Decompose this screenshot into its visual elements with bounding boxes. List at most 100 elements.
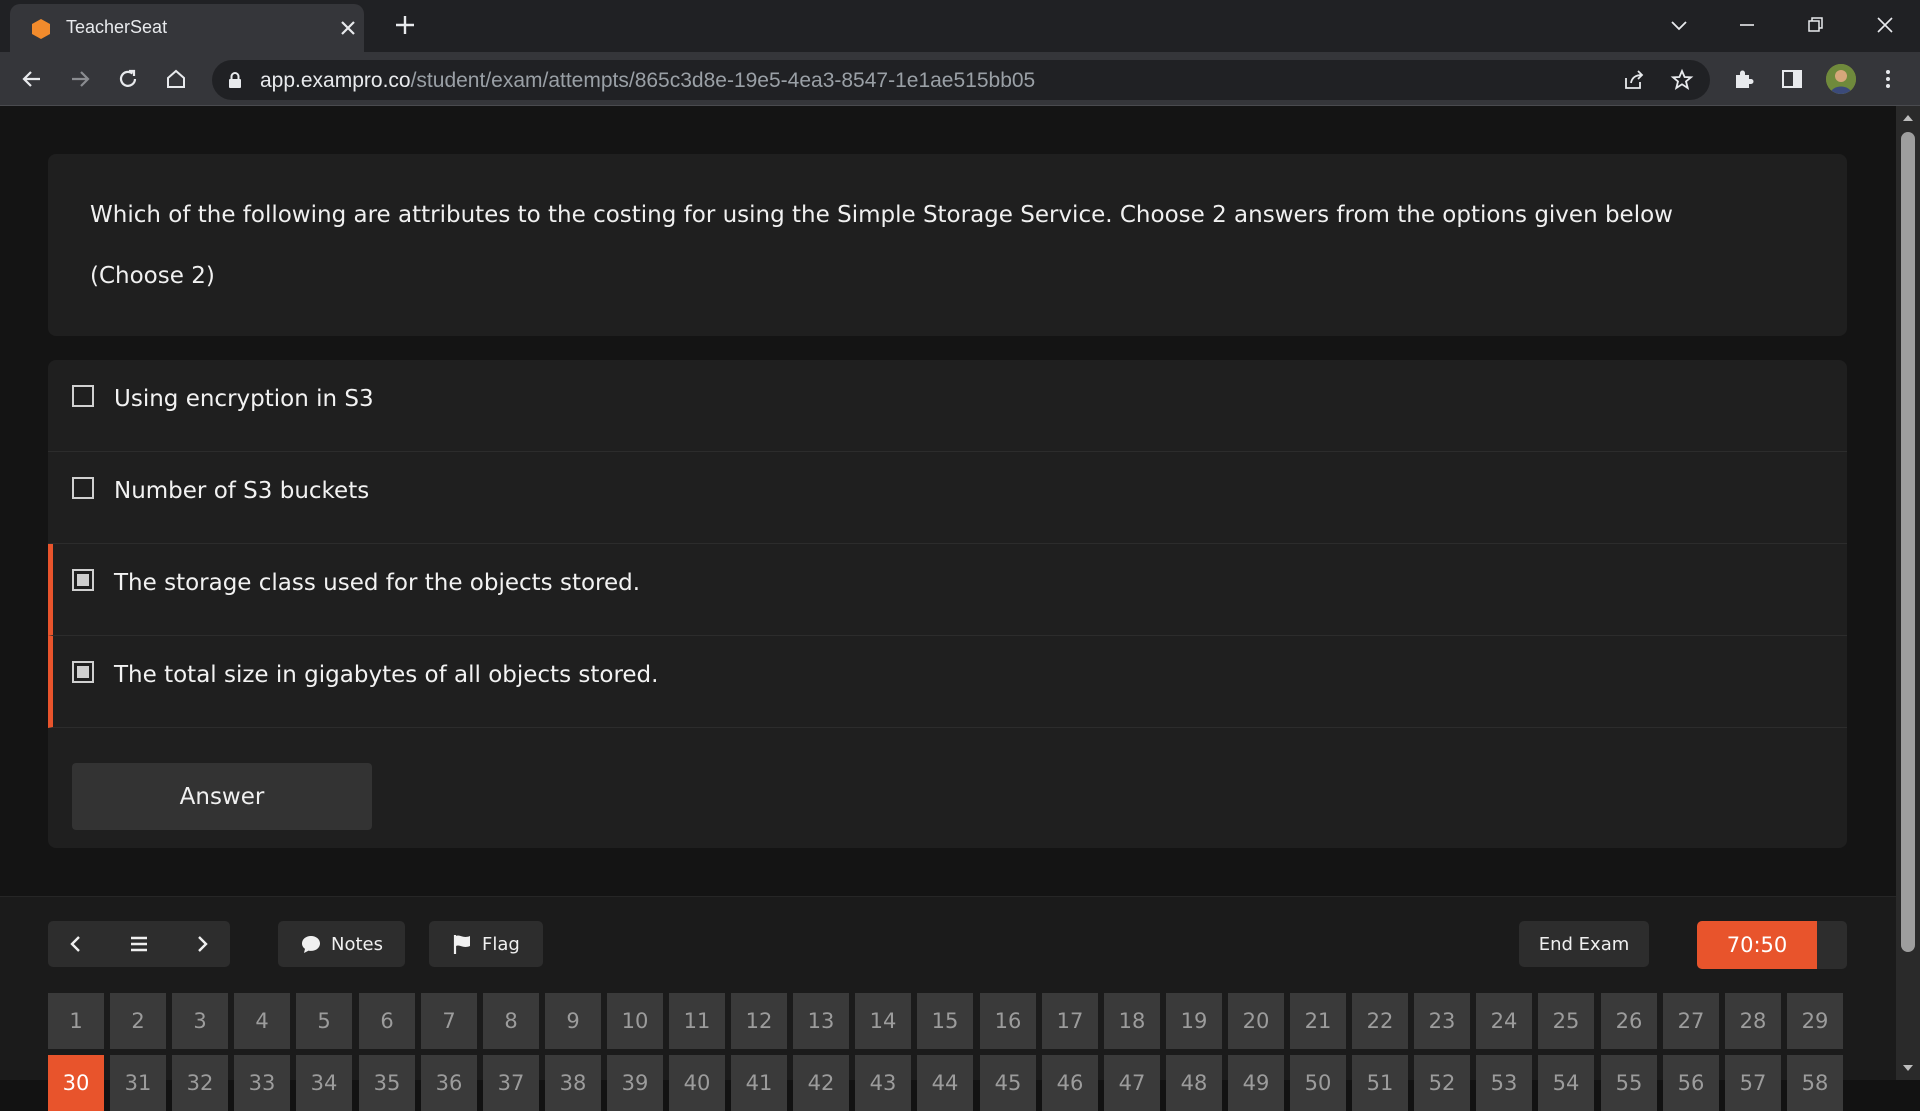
- question-number-cell[interactable]: 23: [1414, 993, 1470, 1049]
- question-number-cell[interactable]: 53: [1476, 1055, 1532, 1111]
- end-exam-button[interactable]: End Exam: [1519, 921, 1649, 967]
- question-number-cell[interactable]: 7: [421, 993, 477, 1049]
- reload-icon[interactable]: [114, 65, 142, 93]
- answer-checkbox[interactable]: [72, 661, 94, 683]
- back-arrow-icon[interactable]: [18, 65, 46, 93]
- share-icon[interactable]: [1622, 68, 1646, 92]
- question-number-cell[interactable]: 52: [1414, 1055, 1470, 1111]
- question-number-cell[interactable]: 48: [1166, 1055, 1222, 1111]
- answer-button[interactable]: Answer: [72, 763, 372, 830]
- question-number-cell[interactable]: 2: [110, 993, 166, 1049]
- answer-option[interactable]: Using encryption in S3: [48, 360, 1847, 452]
- question-number-cell[interactable]: 32: [172, 1055, 228, 1111]
- page-scrollbar[interactable]: [1896, 106, 1920, 1080]
- question-number-cell[interactable]: 28: [1725, 993, 1781, 1049]
- question-number-cell[interactable]: 33: [234, 1055, 290, 1111]
- question-number-cell[interactable]: 30: [48, 1055, 104, 1111]
- question-number-cell[interactable]: 57: [1725, 1055, 1781, 1111]
- question-number-cell[interactable]: 9: [545, 993, 601, 1049]
- next-question-icon[interactable]: [190, 932, 214, 956]
- scroll-down-arrow-icon[interactable]: [1902, 1063, 1914, 1073]
- question-number-cell[interactable]: 21: [1290, 993, 1346, 1049]
- side-panel-icon[interactable]: [1778, 65, 1806, 93]
- previous-question-icon[interactable]: [64, 932, 88, 956]
- question-number-cell[interactable]: 51: [1352, 1055, 1408, 1111]
- bookmark-star-icon[interactable]: [1670, 68, 1694, 92]
- lock-icon[interactable]: [226, 71, 244, 89]
- answer-checkbox[interactable]: [72, 477, 94, 499]
- notes-button[interactable]: Notes: [278, 921, 405, 967]
- question-number-cell[interactable]: 41: [731, 1055, 787, 1111]
- question-number-cell[interactable]: 4: [234, 993, 290, 1049]
- question-number-cell[interactable]: 22: [1352, 993, 1408, 1049]
- question-number-cell[interactable]: 43: [855, 1055, 911, 1111]
- question-number-cell[interactable]: 19: [1166, 993, 1222, 1049]
- question-number-cell[interactable]: 50: [1290, 1055, 1346, 1111]
- question-number-cell[interactable]: 5: [296, 993, 352, 1049]
- question-number-cell[interactable]: 44: [917, 1055, 973, 1111]
- question-number-cell[interactable]: 55: [1601, 1055, 1657, 1111]
- answer-option[interactable]: The storage class used for the objects s…: [48, 544, 1847, 636]
- question-number-cell[interactable]: 46: [1042, 1055, 1098, 1111]
- question-number-cell[interactable]: 24: [1476, 993, 1532, 1049]
- scroll-up-arrow-icon[interactable]: [1902, 113, 1914, 123]
- question-number-cell[interactable]: 10: [607, 993, 663, 1049]
- tab-search-chevron-icon[interactable]: [1664, 10, 1694, 40]
- question-number-cell[interactable]: 54: [1538, 1055, 1594, 1111]
- question-number-cell[interactable]: 35: [359, 1055, 415, 1111]
- question-number-cell[interactable]: 45: [980, 1055, 1036, 1111]
- question-number-cell[interactable]: 15: [917, 993, 973, 1049]
- question-number-cell[interactable]: 27: [1663, 993, 1719, 1049]
- question-number-cell[interactable]: 16: [980, 993, 1036, 1049]
- question-number-cell[interactable]: 42: [793, 1055, 849, 1111]
- answer-checkbox[interactable]: [72, 569, 94, 591]
- question-number-cell[interactable]: 34: [296, 1055, 352, 1111]
- question-number-cell[interactable]: 20: [1228, 993, 1284, 1049]
- question-number-cell[interactable]: 31: [110, 1055, 166, 1111]
- answer-option[interactable]: Number of S3 buckets: [48, 452, 1847, 544]
- question-number-cell[interactable]: 14: [855, 993, 911, 1049]
- question-number-cell[interactable]: 17: [1042, 993, 1098, 1049]
- question-number-cell[interactable]: 18: [1104, 993, 1160, 1049]
- question-number-cell[interactable]: 25: [1538, 993, 1594, 1049]
- answer-checkbox[interactable]: [72, 385, 94, 407]
- home-icon[interactable]: [162, 65, 190, 93]
- question-number-cell[interactable]: 58: [1787, 1055, 1843, 1111]
- question-list-menu-icon[interactable]: [127, 932, 151, 956]
- question-number-cell[interactable]: 29: [1787, 993, 1843, 1049]
- question-number-cell[interactable]: 3: [172, 993, 228, 1049]
- question-number-cell[interactable]: 26: [1601, 993, 1657, 1049]
- answers-card: Using encryption in S3 Number of S3 buck…: [48, 360, 1847, 848]
- question-number-cell[interactable]: 38: [545, 1055, 601, 1111]
- question-number-cell[interactable]: 1: [48, 993, 104, 1049]
- flag-button[interactable]: Flag: [429, 921, 543, 967]
- window-close-icon[interactable]: [1870, 10, 1900, 40]
- question-number-cell[interactable]: 6: [359, 993, 415, 1049]
- tab-title: TeacherSeat: [66, 17, 168, 37]
- restore-icon[interactable]: [1800, 10, 1830, 40]
- question-number-cell[interactable]: 11: [669, 993, 725, 1049]
- browser-tab[interactable]: TeacherSeat: [10, 4, 364, 52]
- question-number-cell[interactable]: 56: [1663, 1055, 1719, 1111]
- extensions-puzzle-icon[interactable]: [1730, 65, 1758, 93]
- new-tab-icon[interactable]: [392, 12, 418, 38]
- minimize-icon[interactable]: [1732, 10, 1762, 40]
- close-icon[interactable]: [336, 16, 360, 40]
- question-number-cell[interactable]: 36: [421, 1055, 477, 1111]
- question-number-cell[interactable]: 49: [1228, 1055, 1284, 1111]
- hexagon-icon: [32, 19, 50, 39]
- question-number-cell[interactable]: 47: [1104, 1055, 1160, 1111]
- profile-avatar[interactable]: [1826, 64, 1856, 94]
- question-number-cell[interactable]: 12: [731, 993, 787, 1049]
- address-bar[interactable]: app.exampro.co/student/exam/attempts/865…: [212, 60, 1710, 100]
- question-number-cell[interactable]: 8: [483, 993, 539, 1049]
- question-number-cell[interactable]: 37: [483, 1055, 539, 1111]
- question-number-cell[interactable]: 13: [793, 993, 849, 1049]
- question-number-cell[interactable]: 40: [669, 1055, 725, 1111]
- answer-option[interactable]: The total size in gigabytes of all objec…: [48, 636, 1847, 728]
- question-number-cell[interactable]: 39: [607, 1055, 663, 1111]
- scrollbar-thumb[interactable]: [1901, 132, 1915, 952]
- forward-arrow-icon[interactable]: [66, 65, 94, 93]
- more-vertical-icon[interactable]: [1874, 65, 1902, 93]
- exam-timer: 70:50: [1697, 921, 1847, 969]
